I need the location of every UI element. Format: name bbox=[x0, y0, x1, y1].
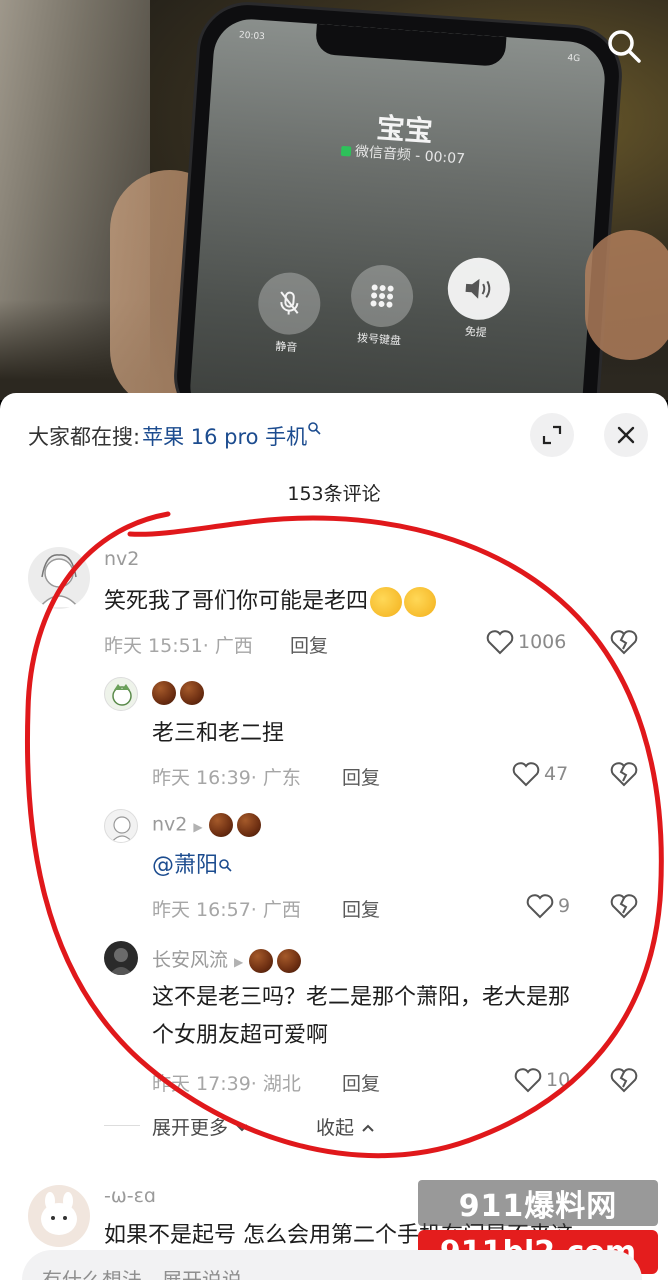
reply-arrow-icon: ▶ bbox=[193, 819, 203, 834]
comment-meta: 昨天 16:39· 广东 bbox=[152, 767, 301, 789]
dislike-button[interactable] bbox=[610, 893, 638, 923]
comment-author[interactable]: -ω-ɛɑ bbox=[104, 1185, 156, 1207]
watermark-logo: 911爆料网 bbox=[418, 1180, 658, 1226]
avatar[interactable] bbox=[104, 677, 138, 711]
divider bbox=[104, 1125, 140, 1126]
comment-input[interactable]: 有什么想法，展开说说 bbox=[22, 1250, 642, 1280]
comment-author[interactable]: nv2 bbox=[104, 548, 139, 570]
dialpad-icon bbox=[348, 262, 416, 330]
expand-button[interactable] bbox=[530, 413, 574, 457]
heart-icon bbox=[526, 894, 554, 919]
broken-heart-icon bbox=[610, 894, 638, 919]
mute-control: 静音 bbox=[253, 270, 325, 356]
small-search-icon bbox=[218, 853, 232, 878]
broken-heart-icon bbox=[610, 630, 638, 655]
comment-count: 153条评论 bbox=[287, 483, 381, 505]
thumb bbox=[585, 230, 668, 360]
search-button[interactable] bbox=[604, 26, 644, 66]
expand-icon bbox=[542, 425, 562, 445]
reply-button[interactable]: 回复 bbox=[290, 631, 328, 658]
avatar[interactable] bbox=[28, 1185, 90, 1247]
dislike-button[interactable] bbox=[610, 1067, 638, 1097]
emoji-icon bbox=[370, 587, 403, 617]
hot-search-row: 大家都在搜:苹果 16 pro 手机 bbox=[28, 421, 321, 451]
comment-text: @萧阳 bbox=[152, 847, 232, 885]
phone-notch bbox=[314, 23, 507, 68]
phone-in-video: 20:03 4G 宝宝 微信音频 - 00:07 静音 拨号键盘 免提 bbox=[173, 1, 623, 400]
chevron-up-icon bbox=[362, 1124, 374, 1132]
small-search-icon bbox=[307, 421, 321, 439]
comment-input-placeholder: 有什么想法，展开说说 bbox=[42, 1268, 242, 1280]
chestnut-icon bbox=[249, 948, 274, 973]
reply-button[interactable]: 回复 bbox=[342, 763, 380, 790]
video-player[interactable]: 20:03 4G 宝宝 微信音频 - 00:07 静音 拨号键盘 免提 bbox=[0, 0, 668, 400]
thread-controls: 展开更多 收起 bbox=[104, 1113, 668, 1143]
mic-off-icon bbox=[256, 270, 323, 337]
avatar[interactable] bbox=[104, 941, 138, 975]
close-icon bbox=[617, 426, 635, 444]
broken-heart-icon bbox=[610, 1068, 638, 1093]
dislike-button[interactable] bbox=[610, 761, 638, 791]
emoji-icon bbox=[404, 587, 437, 617]
chestnut-icon bbox=[277, 948, 302, 973]
comment-text: 这不是老三吗？老二是那个萧阳，老大是那 个女朋友超可爱啊 bbox=[152, 985, 571, 1048]
speaker-icon bbox=[445, 255, 512, 322]
collapse-button[interactable]: 收起 bbox=[316, 1113, 376, 1140]
comment-text: 老三和老二捏 bbox=[152, 721, 285, 746]
mention-link[interactable]: @萧阳 bbox=[152, 853, 218, 878]
reply-arrow-icon: ▶ bbox=[234, 955, 244, 969]
wechat-icon bbox=[340, 145, 352, 157]
comment-meta: 昨天 16:57· 广西 bbox=[152, 899, 301, 921]
avatar[interactable] bbox=[28, 547, 90, 609]
dialpad-control: 拨号键盘 bbox=[346, 262, 418, 349]
heart-icon bbox=[512, 762, 540, 787]
comment-meta: 昨天 17:39· 湖北 bbox=[152, 1073, 301, 1095]
dislike-button[interactable] bbox=[610, 629, 638, 659]
chevron-down-icon bbox=[236, 1124, 248, 1132]
chestnut-icon bbox=[180, 681, 204, 705]
heart-icon bbox=[514, 1068, 542, 1093]
phone-screen: 20:03 4G 宝宝 微信音频 - 00:07 静音 拨号键盘 免提 bbox=[187, 16, 608, 400]
avatar[interactable] bbox=[104, 809, 138, 843]
hot-search-prefix: 大家都在搜: bbox=[28, 425, 141, 449]
comment-sheet: 大家都在搜:苹果 16 pro 手机 153条评论 nv2 笑死我了哥们你可能是… bbox=[0, 393, 668, 1280]
like-button[interactable]: 9 bbox=[526, 893, 570, 919]
comment-meta: 昨天 15:51· 广西 bbox=[104, 635, 253, 657]
comment-author: nv2 ▶ bbox=[152, 813, 265, 837]
speaker-control: 免提 bbox=[442, 255, 514, 342]
phone-status: 4G bbox=[567, 53, 581, 65]
heart-icon bbox=[486, 630, 514, 655]
like-button[interactable]: 47 bbox=[512, 761, 568, 787]
search-icon bbox=[608, 30, 641, 63]
comment-author: 长安风流 ▶ bbox=[152, 945, 305, 973]
comment-author-badges bbox=[152, 681, 208, 705]
chestnut-icon bbox=[152, 681, 176, 705]
chestnut-icon bbox=[208, 813, 233, 837]
close-button[interactable] bbox=[604, 413, 648, 457]
chestnut-icon bbox=[236, 813, 261, 837]
broken-heart-icon bbox=[610, 762, 638, 787]
like-button[interactable]: 1006 bbox=[486, 629, 566, 655]
comment-text: 笑死我了哥们你可能是老四 bbox=[104, 583, 437, 621]
expand-more-button[interactable]: 展开更多 bbox=[152, 1113, 250, 1140]
phone-time: 20:03 bbox=[238, 30, 266, 43]
reply-button[interactable]: 回复 bbox=[342, 1069, 380, 1096]
like-button[interactable]: 10 bbox=[514, 1067, 570, 1093]
reply-button[interactable]: 回复 bbox=[342, 895, 380, 922]
hot-search-term[interactable]: 苹果 16 pro 手机 bbox=[142, 425, 307, 449]
